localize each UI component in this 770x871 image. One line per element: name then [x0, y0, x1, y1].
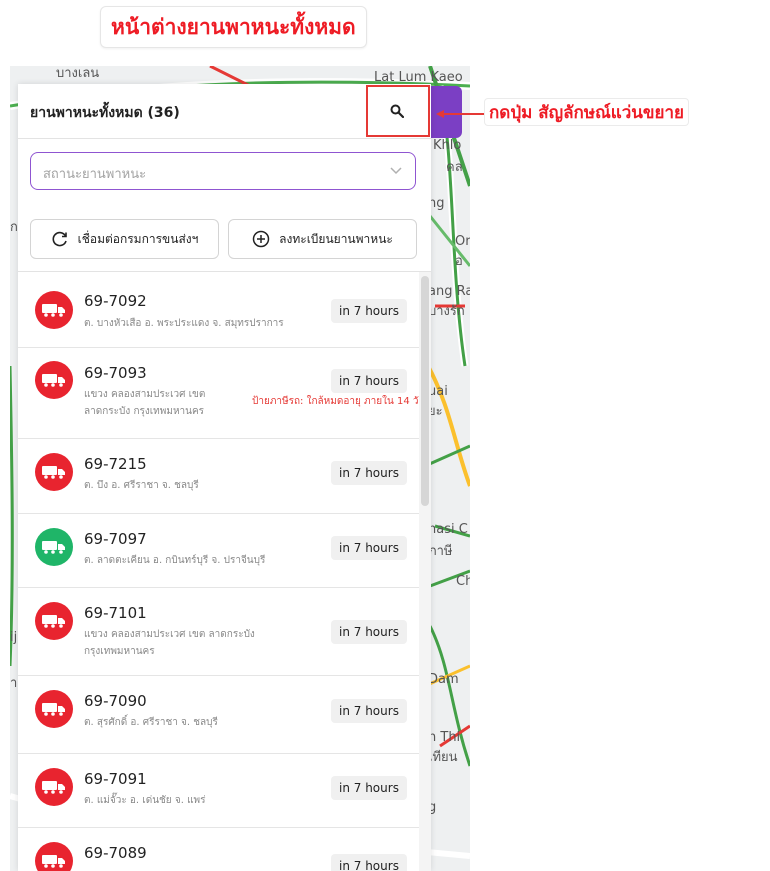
vehicle-row[interactable]: 69-7089 in 7 hours: [18, 828, 419, 871]
truck-icon: [42, 304, 65, 317]
vehicle-status-avatar: [35, 528, 73, 566]
chevron-down-icon: [390, 167, 402, 175]
vehicle-address: ต. บางหัวเสือ อ. พระประแดง จ. สมุทรปรากา…: [84, 318, 284, 329]
vehicle-panel: ยานพาหนะทั้งหมด (36) สถานะยานพาหนะ เชื่อ…: [18, 84, 431, 871]
vehicle-plate: 69-7101: [84, 604, 147, 622]
map-label: คล: [446, 160, 463, 175]
vehicle-plate: 69-7097: [84, 530, 147, 548]
vehicle-address: ต. แม่จั๊วะ อ. เด่นชัย จ. แพร่: [84, 795, 206, 806]
vehicle-row[interactable]: 69-7091 ต. แม่จั๊วะ อ. เด่นชัย จ. แพร่ i…: [18, 754, 419, 828]
vehicle-status-avatar: [35, 361, 73, 399]
map-label: Dam: [428, 672, 459, 687]
last-update-badge: in 7 hours: [331, 536, 407, 560]
tax-warning: ป้ายภาษีรถ: ใกล้หมดอายุ ภายใน 14 วัน: [252, 396, 419, 407]
panel-title: ยานพาหนะทั้งหมด (36): [30, 105, 180, 121]
map-label: อ: [455, 254, 463, 269]
map-label: Or: [455, 234, 470, 249]
map-label: Lat Lum Kaeo: [374, 70, 463, 85]
last-update-badge: in 7 hours: [331, 299, 407, 323]
vehicle-address: แขวง คลองสามประเวศ เขต ลาดกระบัง กรุงเทพ…: [84, 629, 255, 657]
vehicle-plate: 69-7093: [84, 364, 147, 382]
truck-icon: [42, 615, 65, 628]
map-label: บางรัก: [428, 304, 465, 319]
vehicle-address: แขวง คลองสามประเวศ เขต ลาดกระบัง กรุงเทพ…: [84, 389, 206, 417]
vehicle-status-avatar: [35, 291, 73, 329]
map-label: ำ: [10, 676, 18, 691]
vehicle-row[interactable]: 69-7090 ต. สุรศักดิ์ อ. ศรีราชา จ. ชลบุร…: [18, 676, 419, 754]
truck-icon: [42, 855, 65, 868]
map-label: ภาษี: [428, 544, 453, 559]
last-update-badge: in 7 hours: [331, 854, 407, 871]
register-vehicle-button[interactable]: ลงทะเบียนยานพาหนะ: [228, 219, 417, 259]
register-vehicle-label: ลงทะเบียนยานพาหนะ: [279, 231, 393, 246]
truck-icon: [42, 541, 65, 554]
last-update-badge: in 7 hours: [331, 461, 407, 485]
vehicle-status-avatar: [35, 768, 73, 806]
map-label: ij: [10, 630, 18, 645]
vehicle-plate: 69-7092: [84, 292, 147, 310]
map-label: ang Ra: [428, 284, 470, 299]
connect-dlt-label: เชื่อมต่อกรมการขนส่งฯ: [77, 231, 199, 246]
map-label: nasi C: [428, 522, 468, 537]
vehicle-address: ต. ลาดตะเคียน อ. กบินทร์บุรี จ. ปราจีนบุ…: [84, 555, 266, 566]
search-highlight-box: [366, 85, 430, 137]
truck-icon: [42, 466, 65, 479]
annotation-label: กดปุ่ม สัญลักษณ์แว่นขยาย: [484, 98, 690, 126]
map-label: บางเลน: [56, 66, 100, 81]
truck-icon: [42, 781, 65, 794]
vehicle-status-avatar: [35, 602, 73, 640]
plus-circle-icon: [252, 230, 270, 248]
truck-icon: [42, 374, 65, 387]
list-scrollbar-thumb[interactable]: [421, 276, 429, 506]
vehicle-plate: 69-7091: [84, 770, 147, 788]
vehicle-row[interactable]: 69-7093 แขวง คลองสามประเวศ เขต ลาดกระบัง…: [18, 348, 419, 439]
vehicle-status-avatar: [35, 453, 73, 491]
map-label: ก: [10, 220, 18, 235]
last-update-badge: in 7 hours: [331, 369, 407, 393]
status-select-placeholder: สถานะยานพาหนะ: [43, 167, 147, 182]
last-update-badge: in 7 hours: [331, 699, 407, 723]
annotation-text: กดปุ่ม สัญลักษณ์แว่นขยาย: [489, 102, 685, 123]
vehicle-address: ต. บึง อ. ศรีราชา จ. ชลบุรี: [84, 480, 199, 491]
map-label: Ch: [456, 574, 470, 589]
vehicle-plate: 69-7089: [84, 844, 147, 862]
vehicle-row[interactable]: 69-7215 ต. บึง อ. ศรีราชา จ. ชลบุรี in 7…: [18, 439, 419, 514]
vehicle-plate: 69-7215: [84, 455, 147, 473]
screen-title-banner: หน้าต่างยานพาหนะทั้งหมด: [100, 6, 367, 48]
connect-dlt-button[interactable]: เชื่อมต่อกรมการขนส่งฯ: [30, 219, 219, 259]
screen-title: หน้าต่างยานพาหนะทั้งหมด: [111, 14, 356, 39]
map-label: เทียน: [428, 750, 458, 765]
vehicle-plate: 69-7090: [84, 692, 147, 710]
vehicle-row[interactable]: 69-7092 ต. บางหัวเสือ อ. พระประแดง จ. สม…: [18, 272, 419, 348]
refresh-icon: [52, 231, 67, 247]
last-update-badge: in 7 hours: [331, 776, 407, 800]
vehicle-status-avatar: [35, 842, 73, 871]
vehicle-row[interactable]: 69-7097 ต. ลาดตะเคียน อ. กบินทร์บุรี จ. …: [18, 514, 419, 588]
vehicle-status-select[interactable]: สถานะยานพาหนะ: [30, 152, 416, 190]
vehicle-status-avatar: [35, 690, 73, 728]
vehicle-address: ต. สุรศักดิ์ อ. ศรีราชา จ. ชลบุรี: [84, 717, 218, 728]
truck-icon: [42, 703, 65, 716]
map-label: Khlo: [433, 138, 462, 153]
map-label: n Thi: [428, 730, 461, 745]
last-update-badge: in 7 hours: [331, 620, 407, 644]
vehicle-list[interactable]: 69-7092 ต. บางหัวเสือ อ. พระประแดง จ. สม…: [18, 272, 419, 871]
vehicle-row[interactable]: 69-7101 แขวง คลองสามประเวศ เขต ลาดกระบัง…: [18, 588, 419, 676]
annotation-arrow-icon: [436, 110, 486, 118]
